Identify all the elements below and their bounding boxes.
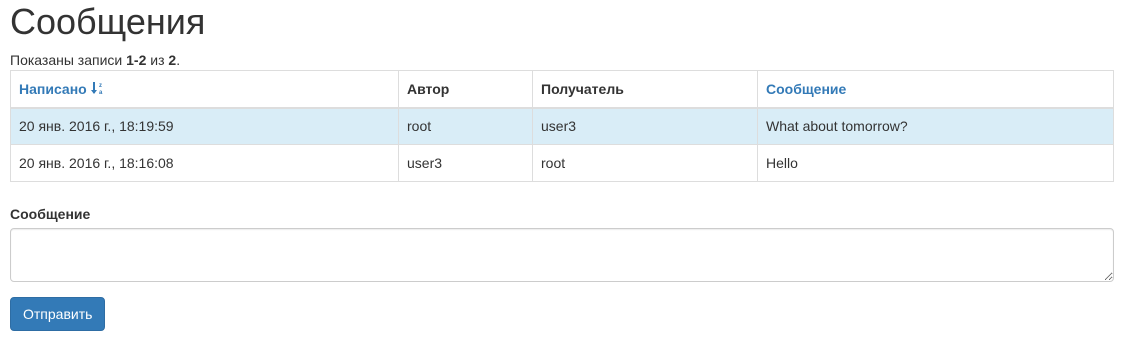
cell-author: user3 [398, 144, 533, 182]
column-author: Автор [398, 70, 533, 109]
sort-message-link[interactable]: Сообщение [766, 81, 846, 97]
messages-table: Написано z a Автор Получатель Сообщение … [10, 70, 1114, 182]
sort-written-link[interactable]: Написано z a [19, 81, 105, 97]
summary-of: из [146, 52, 169, 68]
summary-prefix: Показаны записи [10, 52, 127, 68]
summary-range: 1-2 [126, 52, 147, 68]
page-title: Сообщения [10, 1, 206, 42]
svg-text:a: a [99, 90, 103, 95]
cell-recipient: root [532, 144, 758, 182]
cell-author: root [398, 107, 533, 145]
table-header: Написано z a Автор Получатель Сообщение [10, 70, 1114, 109]
cell-written: 20 янв. 2016 г., 18:16:08 [10, 144, 399, 182]
sort-alpha-desc-icon: z a [90, 81, 103, 95]
cell-message: Hello [757, 144, 1114, 182]
column-written: Написано z a [10, 70, 399, 109]
table-row[interactable]: 20 янв. 2016 г., 18:19:59 root user3 Wha… [10, 107, 1114, 145]
send-button[interactable]: Отправить [10, 297, 106, 331]
message-field-label: Сообщение [10, 206, 91, 222]
column-recipient: Получатель [532, 70, 758, 109]
cell-written: 20 янв. 2016 г., 18:19:59 [10, 107, 399, 145]
cell-recipient: user3 [532, 107, 758, 145]
svg-text:z: z [99, 83, 102, 89]
table-body: 20 янв. 2016 г., 18:19:59 root user3 Wha… [10, 107, 1114, 182]
cell-message: What about tomorrow? [757, 107, 1114, 145]
summary-suffix: . [176, 52, 181, 68]
header-row: Написано z a Автор Получатель Сообщение [10, 70, 1114, 109]
table-row[interactable]: 20 янв. 2016 г., 18:16:08 user3 root Hel… [10, 144, 1114, 182]
grid-summary: Показаны записи 1-2 из 2. [10, 52, 180, 68]
column-written-label: Написано [19, 80, 87, 97]
message-input[interactable] [10, 228, 1114, 282]
column-message: Сообщение [757, 70, 1114, 109]
